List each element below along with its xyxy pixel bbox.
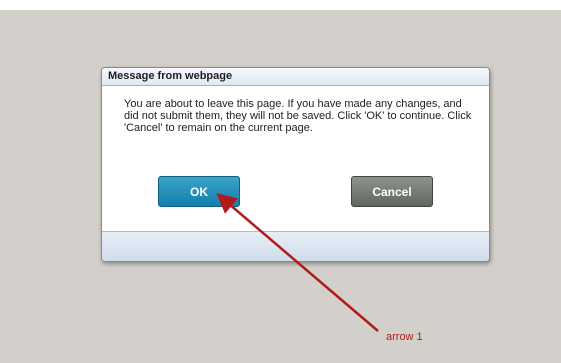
annotation-arrow [216, 193, 379, 332]
annotation-overlay [216, 193, 379, 332]
annotation-label: arrow 1 [386, 331, 423, 343]
